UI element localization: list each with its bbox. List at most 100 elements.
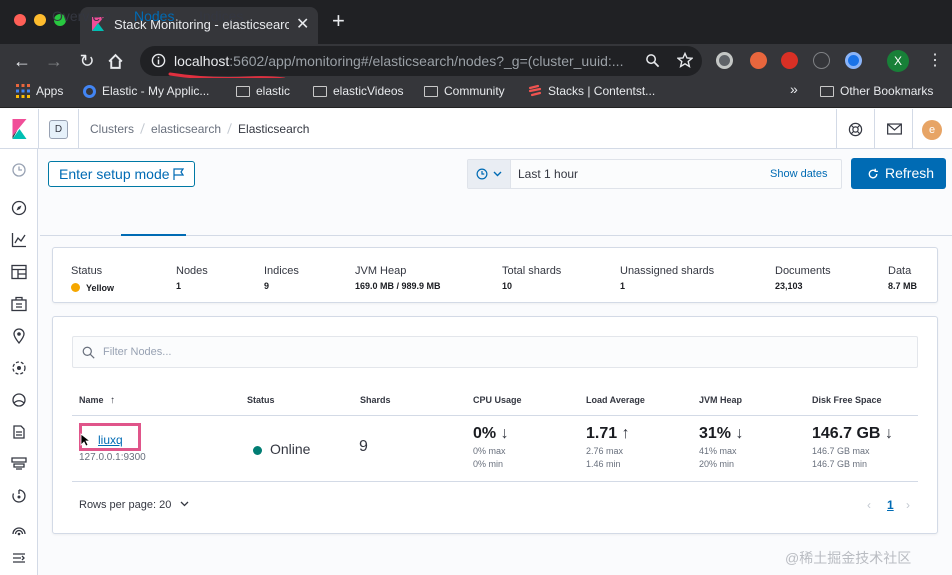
bookmark-apps[interactable]: Apps — [16, 84, 63, 98]
close-icon[interactable]: ✕ — [296, 14, 309, 34]
node-shards: 9 — [359, 438, 368, 455]
new-tab-button[interactable]: + — [332, 10, 345, 32]
flag-icon — [173, 168, 184, 180]
bookmark-other[interactable]: Other Bookmarks — [820, 84, 933, 98]
breadcrumb-cluster[interactable]: elasticsearch — [151, 122, 221, 136]
show-dates-link[interactable]: Show dates — [770, 168, 827, 180]
header-divider — [38, 109, 39, 149]
ml-icon[interactable] — [11, 360, 27, 376]
column-header-name[interactable]: Name ↑ — [79, 395, 115, 406]
side-nav — [0, 149, 38, 575]
help-lifebuoy-icon[interactable] — [848, 122, 863, 137]
cpu-usage-cell: 0% ↓ 0% max 0% min — [473, 425, 509, 471]
arrow-down-icon: ↓ — [884, 425, 893, 442]
stat-label: Status — [71, 265, 103, 277]
info-icon[interactable] — [151, 53, 166, 68]
tab-nodes[interactable]: Nodes — [134, 8, 174, 24]
breadcrumb-clusters[interactable]: Clusters — [90, 122, 134, 136]
bookmark-star-icon[interactable] — [677, 52, 693, 68]
summary-unassigned-shards: Unassigned shards 1 — [620, 265, 714, 291]
canvas-icon[interactable] — [11, 296, 27, 312]
pagination-prev-button[interactable]: ‹ — [867, 498, 871, 512]
extension-circle-icon[interactable] — [845, 52, 862, 69]
column-header-status[interactable]: Status — [247, 395, 275, 405]
column-header-load-average[interactable]: Load Average — [586, 395, 645, 405]
window-minimize-button[interactable] — [34, 14, 46, 26]
logs-icon[interactable] — [11, 424, 27, 440]
search-placeholder: Filter Nodes... — [103, 346, 172, 358]
quick-menu-button[interactable] — [468, 160, 511, 188]
breadcrumb-current: Elasticsearch — [238, 122, 310, 136]
bookmark-elastic[interactable]: elastic — [236, 84, 290, 98]
back-icon[interactable]: ← — [11, 50, 33, 72]
pagination-next-button[interactable]: › — [906, 498, 910, 512]
zoom-icon[interactable] — [645, 53, 660, 68]
user-avatar[interactable]: e — [922, 120, 942, 140]
newsfeed-mail-icon[interactable] — [887, 123, 902, 135]
stat-label: Unassigned shards — [620, 265, 715, 277]
extension-lifebuoy-icon[interactable] — [750, 52, 767, 69]
refresh-label: Refresh — [885, 165, 935, 181]
bookmark-elasticvideos[interactable]: elasticVideos — [313, 84, 404, 98]
profile-avatar[interactable]: X — [887, 50, 909, 72]
extension-hand-icon[interactable] — [781, 52, 798, 69]
stacks-icon — [528, 84, 542, 97]
bookmark-community[interactable]: Community — [424, 84, 505, 98]
extension-record-icon[interactable] — [716, 52, 733, 69]
tab-overview[interactable]: Overview — [52, 8, 110, 24]
globe-icon — [83, 84, 96, 98]
column-header-jvm-heap[interactable]: JVM Heap — [699, 395, 742, 405]
space-avatar[interactable]: D — [49, 120, 68, 139]
column-header-disk-free-space[interactable]: Disk Free Space — [812, 395, 882, 405]
metric-min: 146.7 GB min — [812, 459, 868, 469]
header-divider — [78, 109, 79, 149]
monitoring-icon[interactable] — [11, 520, 27, 536]
bookmark-label: elasticVideos — [333, 84, 404, 98]
enter-setup-mode-button[interactable]: Enter setup mode — [48, 161, 195, 187]
status-online-dot-icon — [253, 446, 262, 455]
bookmark-label: Apps — [36, 84, 64, 98]
bookmark-label: elastic — [256, 84, 291, 98]
stat-value: Yellow — [86, 283, 115, 293]
bookmark-elastic-app[interactable]: Elastic - My Applic... — [83, 84, 209, 98]
forward-icon[interactable]: → — [43, 50, 65, 72]
summary-status: Status Yellow — [71, 265, 114, 293]
recent-clock-icon[interactable] — [11, 162, 27, 178]
collapse-menu-icon[interactable] — [11, 550, 27, 566]
date-picker[interactable]: Last 1 hour Show dates — [467, 159, 842, 189]
search-icon — [82, 346, 95, 359]
stat-label: JVM Heap — [355, 265, 407, 277]
refresh-button[interactable]: Refresh — [851, 158, 946, 189]
clock-icon — [476, 168, 488, 180]
more-bookmarks-button[interactable]: » — [790, 81, 798, 97]
column-header-shards[interactable]: Shards — [360, 395, 391, 405]
dashboard-icon[interactable] — [11, 264, 27, 280]
bookmark-stacks[interactable]: Stacks | Contentst... — [528, 84, 655, 98]
arrow-up-icon: ↑ — [621, 425, 630, 442]
discover-compass-icon[interactable] — [11, 200, 27, 216]
maps-pin-icon[interactable] — [11, 328, 27, 344]
metric-min: 20% min — [699, 459, 735, 469]
visualize-chart-icon[interactable] — [11, 232, 27, 248]
extension-info-icon[interactable] — [813, 52, 830, 69]
node-address: 127.0.0.1:9300 — [79, 452, 146, 463]
url-host: localhost — [174, 53, 230, 69]
kibana-logo-icon[interactable] — [11, 119, 28, 139]
stat-value: 23,103 — [775, 281, 803, 291]
node-status: Online — [253, 441, 310, 457]
window-close-button[interactable] — [14, 14, 26, 26]
rows-per-page-button[interactable]: Rows per page: 20 — [79, 499, 189, 511]
tab-indices[interactable]: Indices — [199, 8, 243, 24]
filter-nodes-input[interactable]: Filter Nodes... — [72, 336, 918, 368]
chevron-down-icon — [180, 501, 189, 507]
pagination-page-1[interactable]: 1 — [887, 498, 894, 512]
table-header-divider — [72, 415, 918, 416]
home-icon[interactable] — [107, 53, 124, 70]
menu-kebab-icon[interactable]: ⋮ — [924, 50, 946, 72]
infrastructure-icon[interactable] — [11, 392, 27, 408]
uptime-icon[interactable] — [11, 488, 27, 504]
time-range-label[interactable]: Last 1 hour — [518, 167, 578, 181]
column-header-cpu-usage[interactable]: CPU Usage — [473, 395, 522, 405]
reload-icon[interactable]: ↻ — [76, 50, 98, 72]
apm-icon[interactable] — [11, 456, 27, 472]
